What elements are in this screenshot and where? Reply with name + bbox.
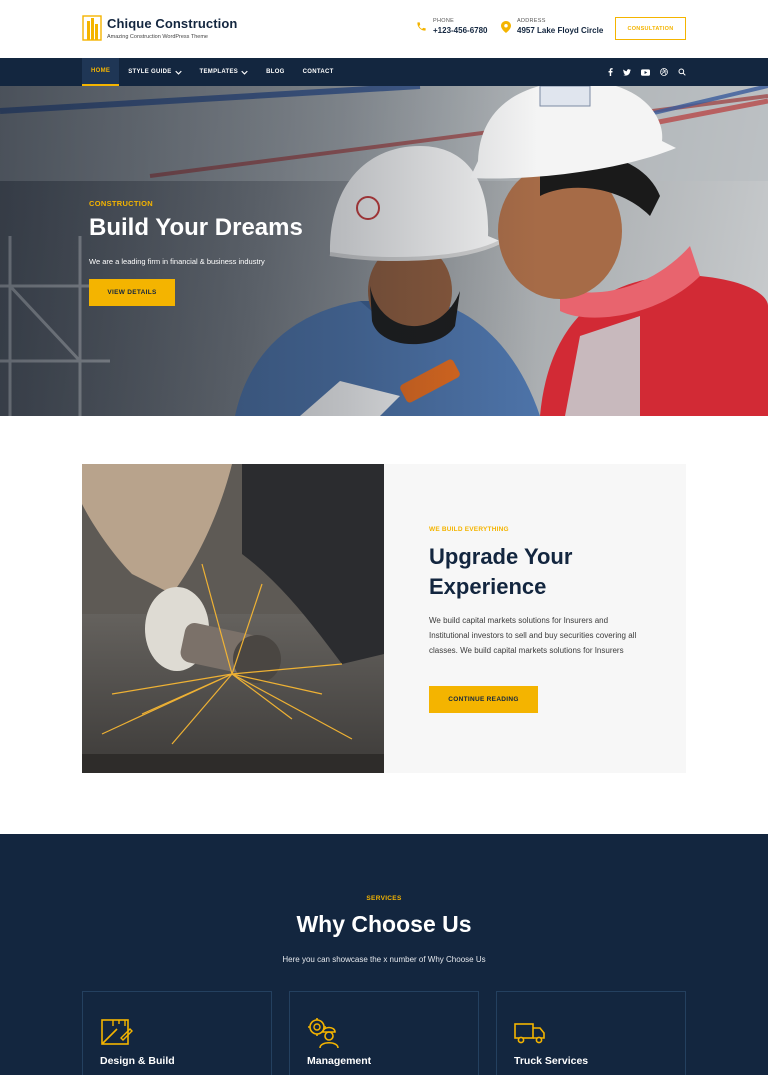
search-icon[interactable]	[678, 68, 686, 76]
nav-item-label: HOME	[91, 68, 111, 74]
about-kicker: WE BUILD EVERYTHING	[429, 526, 509, 533]
site-logo[interactable]: Chique Construction Amazing Construction…	[82, 15, 237, 41]
service-name: Management	[307, 1055, 372, 1067]
consultation-button[interactable]: CONSULTATION	[615, 17, 686, 40]
phone-number[interactable]: +123-456-6780	[433, 26, 488, 35]
service-card-truck-services[interactable]: Truck Services	[496, 991, 686, 1075]
hero-subtitle: We are a leading firm in financial & bus…	[89, 257, 265, 266]
service-card-management[interactable]: Management	[289, 991, 479, 1075]
site-title[interactable]: Chique Construction	[107, 16, 237, 32]
service-card-design-build[interactable]: Design & Build	[82, 991, 272, 1075]
header-phone: PHONE +123-456-6780	[416, 18, 488, 35]
main-nav: HOME STYLE GUIDE TEMPLATES BLOG CONTACT	[0, 58, 768, 86]
service-name: Design & Build	[100, 1055, 175, 1067]
continue-reading-button[interactable]: CONTINUE READING	[429, 686, 538, 713]
nav-item-templates[interactable]: TEMPLATES	[191, 58, 258, 86]
dribbble-icon[interactable]	[660, 68, 668, 76]
management-icon	[308, 1018, 339, 1048]
site-header: Chique Construction Amazing Construction…	[0, 0, 768, 58]
design-build-icon	[101, 1019, 133, 1045]
facebook-icon[interactable]	[608, 68, 613, 76]
hero-kicker: CONSTRUCTION	[89, 199, 154, 208]
about-grinder-image	[82, 464, 384, 773]
youtube-icon[interactable]	[641, 68, 650, 76]
about-section: WE BUILD EVERYTHING Upgrade Your Experie…	[384, 464, 686, 773]
services-kicker: SERVICES	[366, 895, 402, 902]
chevron-down-icon	[241, 70, 248, 75]
services-subtitle: Here you can showcase the x number of Wh…	[282, 955, 486, 964]
header-address: ADDRESS 4957 Lake Floyd Circle	[501, 18, 603, 35]
nav-item-label: CONTACT	[302, 69, 334, 75]
site-tagline: Amazing Construction WordPress Theme	[107, 34, 208, 40]
about-title: Upgrade Your Experience	[429, 544, 573, 599]
logo-icon	[82, 15, 102, 41]
nav-item-blog[interactable]: BLOG	[257, 58, 294, 86]
view-details-button[interactable]: VIEW DETAILS	[89, 279, 175, 306]
service-name: Truck Services	[514, 1055, 589, 1067]
about-text: We build capital markets solutions for I…	[429, 616, 637, 655]
nav-item-home[interactable]: HOME	[82, 58, 120, 86]
nav-item-label: TEMPLATES	[199, 69, 239, 75]
twitter-icon[interactable]	[623, 68, 631, 76]
address-label: ADDRESS	[517, 18, 546, 24]
phone-icon	[417, 22, 426, 31]
phone-label: PHONE	[433, 18, 455, 24]
hero-title: Build Your Dreams	[89, 214, 303, 241]
truck-icon	[514, 1023, 545, 1044]
chevron-down-icon	[174, 70, 182, 75]
services-section: SERVICES Why Choose Us Here you can show…	[0, 834, 768, 1075]
nav-item-label: STYLE GUIDE	[128, 69, 172, 75]
services-title: Why Choose Us	[296, 911, 472, 937]
nav-item-style-guide[interactable]: STYLE GUIDE	[119, 58, 190, 86]
address-value: 4957 Lake Floyd Circle	[517, 26, 604, 35]
hero-banner: CONSTRUCTION Build Your Dreams We are a …	[0, 86, 768, 416]
hero-overlay	[0, 86, 768, 416]
nav-item-contact[interactable]: CONTACT	[294, 58, 343, 86]
social-links	[608, 58, 686, 86]
map-pin-icon	[501, 21, 511, 33]
nav-item-label: BLOG	[266, 69, 285, 75]
